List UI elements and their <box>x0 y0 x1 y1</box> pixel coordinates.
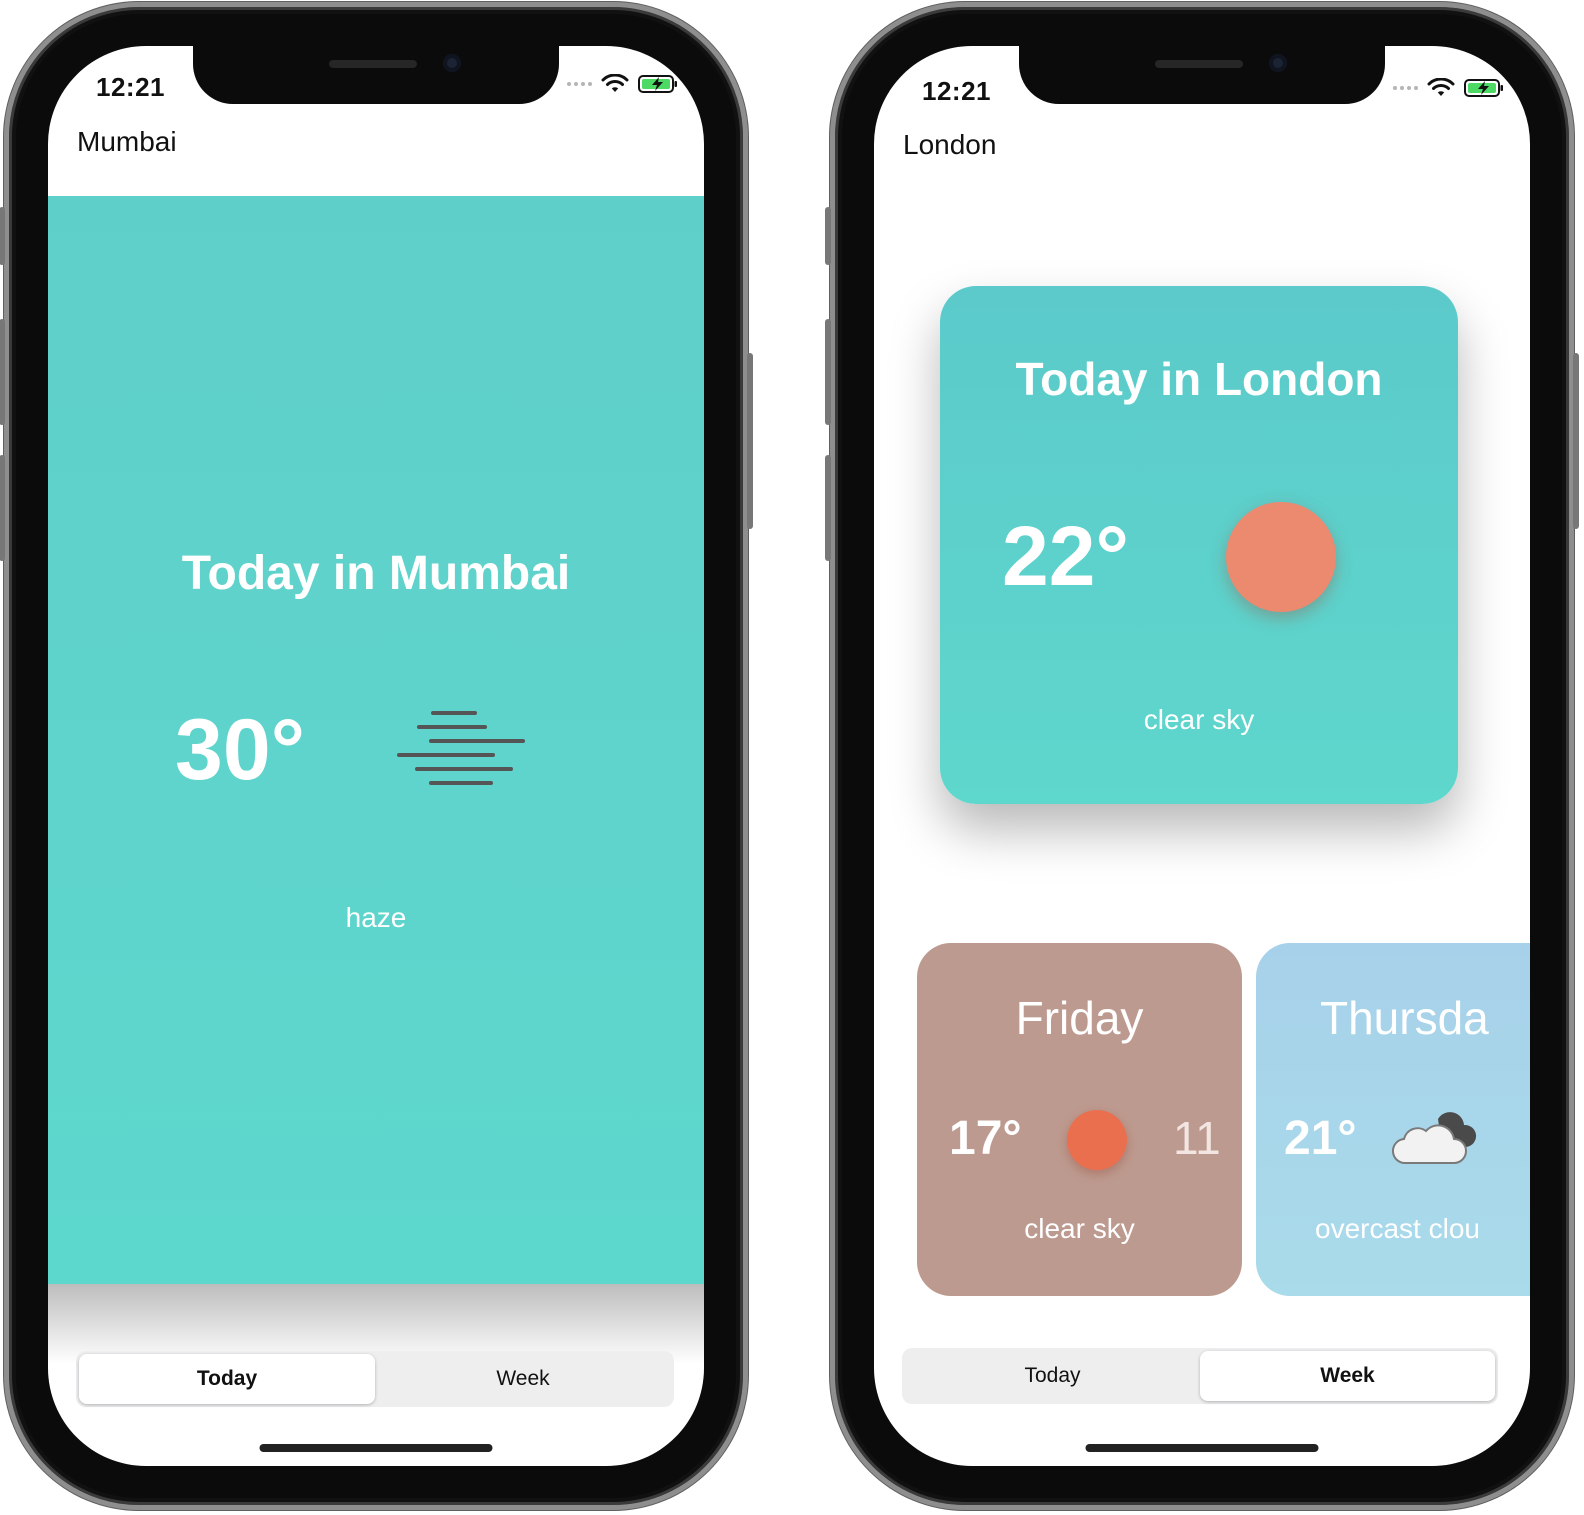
front-camera <box>1269 54 1287 72</box>
wifi-icon <box>1427 78 1455 96</box>
status-time: 12:21 <box>96 72 165 102</box>
forecast-description: overcast clou <box>1315 1213 1480 1244</box>
tab-week[interactable]: Week <box>375 1354 671 1404</box>
sun-icon <box>1067 1110 1127 1170</box>
speaker <box>329 60 417 68</box>
segmented-control: Today Week <box>902 1348 1498 1404</box>
power-button <box>747 353 753 529</box>
speaker <box>1155 60 1243 68</box>
phone-frame-london: 12:21 London Today in London 22° clear s… <box>825 2 1579 1510</box>
forecast-day: Friday <box>1015 992 1144 1044</box>
card-title: Today in London <box>1015 353 1383 405</box>
forecast-temperature: 17° <box>949 1112 1022 1165</box>
phone-frame-mumbai: 12:21 Mumbai Today in Mumbai 30° haze To… <box>0 2 753 1510</box>
city-title: Mumbai <box>77 126 177 157</box>
forecast-low-temperature: 11 <box>1173 1112 1221 1164</box>
cloud-icon <box>1392 1112 1477 1165</box>
volume-up-button <box>825 319 831 425</box>
screen: 12:21 London Today in London 22° clear s… <box>874 46 1530 1466</box>
forecast-card-thursday[interactable]: Thursda 21° overcast clou <box>1256 943 1530 1296</box>
weather-description: haze <box>345 902 407 933</box>
today-weather-card[interactable]: Today in London 22° clear sky <box>940 286 1458 804</box>
status-icons <box>567 74 678 94</box>
mute-switch <box>0 207 5 265</box>
panel-title: Today in Mumbai <box>181 547 571 600</box>
battery-charging-icon <box>638 75 677 93</box>
cellular-signal-icon <box>1393 86 1418 90</box>
tab-week[interactable]: Week <box>1200 1351 1495 1401</box>
forecast-description: clear sky <box>1024 1213 1135 1244</box>
wifi-icon <box>601 74 629 92</box>
city-title: London <box>903 129 997 160</box>
cellular-signal-icon <box>567 82 592 86</box>
home-indicator[interactable] <box>1085 1444 1319 1452</box>
notch <box>193 46 559 104</box>
segmented-control: Today Week <box>76 1351 674 1407</box>
screen: 12:21 Mumbai Today in Mumbai 30° haze To… <box>48 46 704 1466</box>
forecast-card-friday[interactable]: Friday 17° 11 clear sky <box>917 943 1242 1296</box>
status-time: 12:21 <box>922 76 991 106</box>
weather-description: clear sky <box>1143 704 1255 735</box>
sun-icon <box>1226 502 1336 612</box>
volume-up-button <box>0 319 5 425</box>
status-icons <box>1393 78 1504 98</box>
forecast-temperature: 21° <box>1284 1112 1357 1165</box>
today-weather-panel: Today in Mumbai 30° haze <box>48 196 704 1284</box>
battery-charging-icon <box>1464 79 1503 97</box>
power-button <box>1573 353 1579 529</box>
front-camera <box>443 54 461 72</box>
notch <box>1019 46 1385 104</box>
volume-down-button <box>0 455 5 561</box>
tab-today[interactable]: Today <box>905 1351 1200 1401</box>
home-indicator[interactable] <box>259 1444 493 1452</box>
current-temperature: 22° <box>1002 509 1130 603</box>
haze-icon <box>397 711 525 785</box>
current-temperature: 30° <box>175 702 306 798</box>
forecast-day: Thursda <box>1320 992 1489 1044</box>
tab-today[interactable]: Today <box>79 1354 375 1404</box>
volume-down-button <box>825 455 831 561</box>
mute-switch <box>825 207 831 265</box>
